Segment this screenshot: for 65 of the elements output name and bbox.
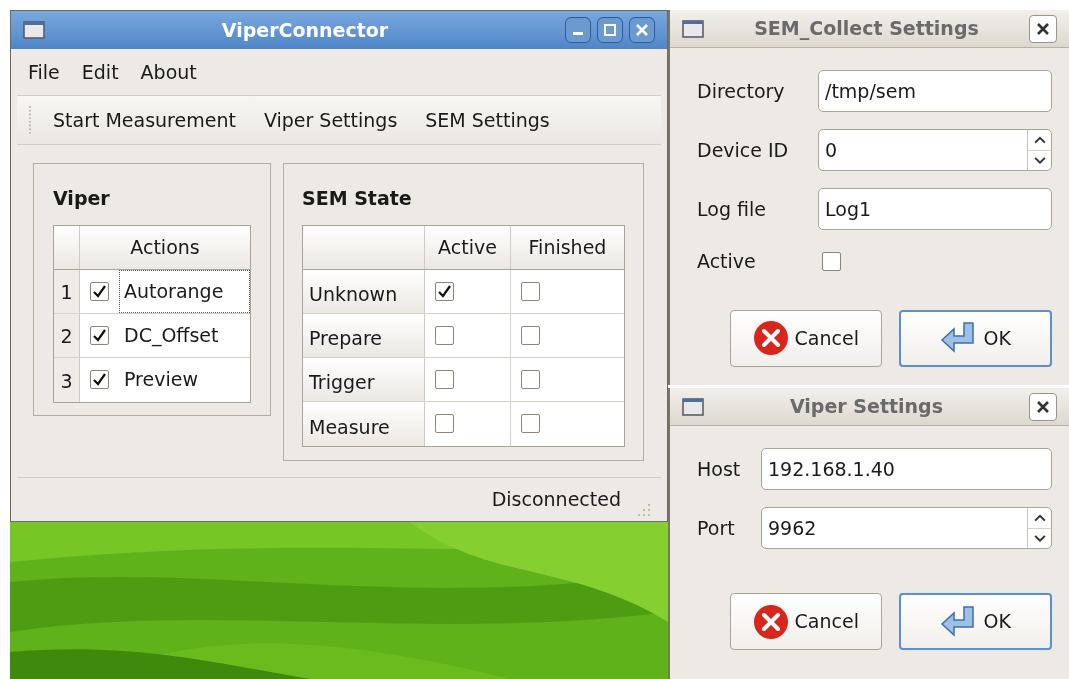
window-title: ViperConnector (220, 17, 390, 43)
table-cell[interactable]: Preview (119, 357, 250, 402)
text-field[interactable]: /tmp/sem (818, 70, 1052, 112)
field-label: Log file (697, 196, 767, 222)
column-header[interactable]: Active (425, 225, 511, 269)
checkbox[interactable] (435, 369, 454, 389)
field-label: Directory (697, 78, 786, 104)
checkbox[interactable] (521, 281, 540, 301)
cancel-icon (752, 320, 789, 356)
row-number: 2 (54, 313, 80, 357)
text-field[interactable]: Log1 (818, 188, 1052, 230)
spin-arrows[interactable] (1027, 508, 1051, 548)
status-text: Disconnected (491, 487, 621, 513)
minimize-icon[interactable] (565, 17, 591, 43)
window-icon[interactable] (682, 19, 704, 38)
checkbox[interactable] (521, 325, 540, 345)
group-title: Viper (53, 186, 111, 211)
text-field[interactable]: 192.168.1.40 (761, 448, 1052, 490)
checkbox[interactable] (521, 414, 540, 433)
menu-item[interactable]: About (131, 57, 206, 87)
row-header: Trigger (303, 357, 425, 401)
dialog-button[interactable]: OK (898, 309, 1052, 367)
menu-item[interactable]: Edit (72, 57, 128, 87)
row-number: 3 (54, 357, 80, 402)
close-icon[interactable] (629, 17, 655, 43)
row-number: 1 (54, 269, 80, 313)
window-icon[interactable] (682, 397, 704, 416)
table-cell[interactable]: Autorange (119, 269, 250, 313)
checkbox[interactable] (435, 281, 454, 301)
toolbar-button[interactable]: SEM Settings (413, 105, 562, 135)
toolbar-handle-icon[interactable] (27, 105, 33, 135)
checkbox[interactable] (90, 325, 109, 345)
row-header: Measure (303, 401, 425, 446)
close-icon[interactable] (1029, 392, 1057, 421)
field-label: Port (697, 515, 736, 541)
spin-box[interactable]: 0 (818, 129, 1052, 171)
checkbox[interactable] (435, 325, 454, 345)
spin-arrows[interactable] (1027, 130, 1051, 170)
table-cell[interactable]: DC_Offset (119, 313, 250, 357)
checkbox[interactable] (90, 281, 109, 301)
checkbox[interactable] (822, 251, 841, 271)
maximize-icon[interactable] (597, 17, 623, 43)
row-header: Unknown (303, 269, 425, 313)
checkbox[interactable] (435, 414, 454, 433)
checkbox[interactable] (90, 370, 109, 389)
window-title: SEM_Collect Settings (753, 16, 980, 42)
toolbar-button[interactable]: Viper Settings (251, 105, 410, 135)
dialog-button[interactable]: Cancel (730, 593, 882, 650)
close-icon[interactable] (1029, 14, 1057, 43)
dialog-button[interactable]: Cancel (730, 309, 882, 367)
checkbox[interactable] (521, 369, 540, 389)
window-title: Viper Settings (788, 394, 944, 420)
field-label: Active (697, 249, 757, 274)
cancel-icon (752, 603, 789, 640)
field-label: Device ID (697, 137, 790, 163)
dialog-button[interactable]: OK (898, 593, 1052, 650)
toolbar-button[interactable]: Start Measurement (41, 105, 248, 135)
spin-box[interactable]: 9962 (761, 507, 1052, 549)
group-title: SEM State (302, 186, 413, 211)
resize-grip-icon[interactable] (637, 503, 651, 517)
row-header: Prepare (303, 313, 425, 357)
column-header[interactable]: Finished (511, 225, 624, 269)
window-icon[interactable] (23, 21, 45, 39)
field-label: Host (697, 456, 742, 482)
menu-item[interactable]: File (19, 57, 69, 87)
